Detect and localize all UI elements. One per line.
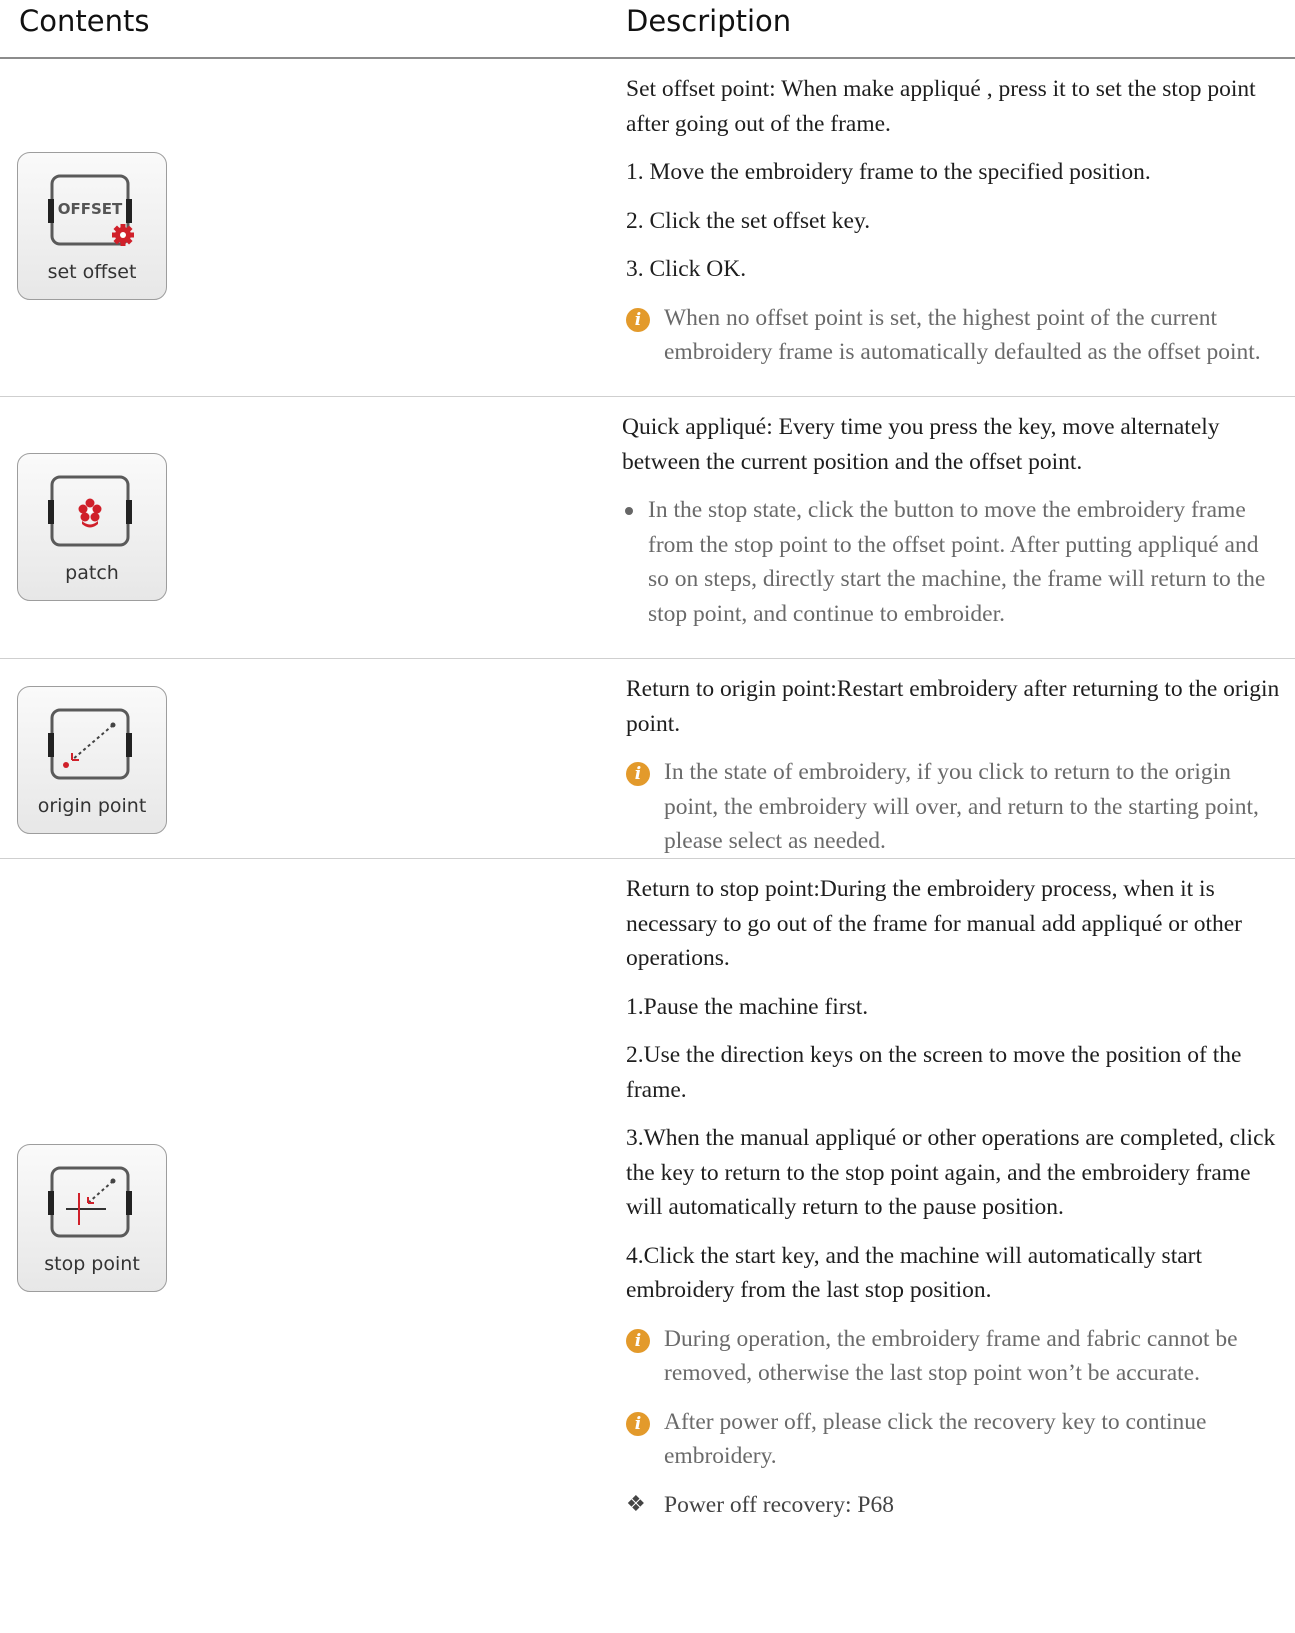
table-header: Contents Description	[0, 0, 1295, 59]
patch-icon	[48, 475, 132, 547]
contents-column-header: Contents	[19, 4, 150, 38]
stop-point-button[interactable]: stop point	[17, 1144, 167, 1292]
step: 3.When the manual appliqué or other oper…	[626, 1125, 1276, 1220]
table-row-patch: patch Quick appliqué: Every time you pre…	[0, 397, 1295, 659]
step: 1.Pause the machine first.	[626, 993, 869, 1020]
set-offset-description: Set offset point: When make appliqué , p…	[626, 72, 1286, 384]
set-offset-button[interactable]: OFFSET set offset	[17, 152, 167, 300]
description-column-header: Description	[626, 4, 792, 38]
paragraph: Set offset point: When make appliqué , p…	[626, 76, 1256, 137]
patch-description: Quick appliqué: Every time you press the…	[622, 410, 1282, 645]
paragraph: Return to origin point:Restart embroider…	[626, 676, 1280, 737]
table-row-stop-point: stop point Return to stop point:During t…	[0, 859, 1295, 1633]
note-text: After power off, please click the recove…	[664, 1408, 1207, 1470]
paragraph: Return to stop point:During the embroide…	[626, 876, 1243, 971]
table-row-set-offset: OFFSET set offset Set offset point: When…	[0, 59, 1295, 397]
set-offset-label: set offset	[47, 261, 137, 283]
info-icon: i	[626, 307, 650, 332]
step: 4.Click the start key, and the machine w…	[626, 1242, 1203, 1304]
note-text: In the state of embroidery, if you click…	[664, 759, 1259, 854]
step: 1. Move the embroidery frame to the spec…	[626, 159, 1151, 185]
info-icon: i	[626, 762, 650, 786]
origin-point-description: Return to origin point:Restart embroider…	[626, 672, 1286, 873]
info-note: i During operation, the embroidery frame…	[626, 1322, 1286, 1391]
stop-point-icon	[48, 1166, 132, 1238]
reference-text: Power off recovery: P68	[664, 1491, 894, 1518]
stop-point-label: stop point	[44, 1253, 140, 1275]
info-icon: i	[626, 1411, 650, 1436]
info-icon: i	[626, 1328, 650, 1353]
diamond-icon: ❖	[626, 1491, 646, 1517]
set-offset-icon: OFFSET	[48, 174, 134, 246]
bullet-text: In the stop state, click the button to m…	[648, 497, 1266, 627]
patch-label: patch	[65, 562, 119, 584]
bullet-dot	[625, 507, 633, 515]
offset-icon-text: OFFSET	[58, 200, 123, 218]
step: 2.Use the direction keys on the screen t…	[626, 1042, 1242, 1103]
info-note: i In the state of embroidery, if you cli…	[626, 755, 1286, 859]
note-text: When no offset point is set, the highest…	[664, 304, 1261, 366]
note-text: During operation, the embroidery frame a…	[664, 1325, 1238, 1387]
bullet-item: In the stop state, click the button to m…	[622, 493, 1282, 631]
stop-point-description: Return to stop point:During the embroide…	[626, 872, 1286, 1522]
page-reference: ❖ Power off recovery: P68	[626, 1488, 1286, 1523]
origin-point-icon	[48, 708, 132, 780]
table-row-origin-point: origin point Return to origin point:Rest…	[0, 659, 1295, 859]
origin-point-button[interactable]: origin point	[17, 686, 167, 834]
step: 3. Click OK.	[626, 256, 747, 282]
gear-icon	[112, 224, 134, 246]
patch-button[interactable]: patch	[17, 453, 167, 601]
flower-icon	[78, 498, 102, 528]
origin-point-label: origin point	[37, 795, 147, 817]
step: 2. Click the set offset key.	[626, 207, 871, 234]
paragraph: Quick appliqué: Every time you press the…	[622, 414, 1220, 475]
info-note: i After power off, please click the reco…	[626, 1405, 1286, 1474]
info-note: i When no offset point is set, the highe…	[626, 301, 1286, 370]
